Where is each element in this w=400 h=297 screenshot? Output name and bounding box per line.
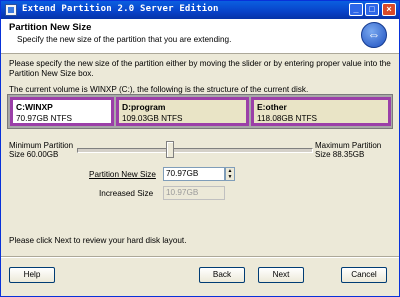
- footer-separator: [1, 256, 399, 258]
- max-size-label-line1: Maximum Partition: [315, 141, 382, 150]
- size-slider-thumb[interactable]: [166, 141, 174, 158]
- partition-name: E:other: [257, 102, 287, 112]
- help-button[interactable]: Help: [9, 267, 55, 283]
- instructions-text: Please specify the new size of the parti…: [9, 59, 391, 78]
- max-size-label: Maximum Partition Size 88.35GB: [315, 141, 381, 159]
- new-size-spinner[interactable]: ▲ ▼: [225, 167, 235, 181]
- footer-hint: Please click Next to review your hard di…: [9, 236, 187, 245]
- min-size-label-line2: Size 60.00GB: [9, 150, 59, 159]
- partition-c[interactable]: C:WINXP 70.97GB NTFS: [10, 97, 114, 126]
- disk-map: C:WINXP 70.97GB NTFS D:program 109.03GB …: [7, 94, 393, 129]
- min-size-label: Minimum Partition Size 60.00GB: [9, 141, 73, 159]
- title-bar[interactable]: Extend Partition 2.0 Server Edition _ □ …: [1, 1, 399, 19]
- page-subtitle: Specify the new size of the partition th…: [17, 35, 232, 44]
- page-title: Partition New Size: [9, 22, 92, 33]
- minimize-button[interactable]: _: [349, 3, 363, 16]
- partition-d[interactable]: D:program 109.03GB NTFS: [116, 97, 249, 126]
- increased-size-label: Increased Size: [99, 189, 154, 198]
- volume-text: The current volume is WINXP (C:), the fo…: [9, 85, 309, 94]
- window-title: Extend Partition 2.0 Server Edition: [22, 4, 219, 14]
- partition-info: 109.03GB NTFS: [122, 114, 183, 123]
- cancel-button[interactable]: Cancel: [341, 267, 387, 283]
- new-size-label-text: Partition New Size: [89, 170, 156, 179]
- size-slider-track[interactable]: [77, 148, 313, 153]
- app-icon: [5, 4, 17, 16]
- partition-info: 118.08GB NTFS: [257, 114, 317, 123]
- arrows-icon: ⇔: [361, 22, 387, 48]
- back-button[interactable]: Back: [199, 267, 245, 283]
- min-size-label-line1: Minimum Partition: [9, 141, 74, 150]
- partition-name: D:program: [122, 102, 166, 112]
- partition-name: C:WINXP: [16, 102, 53, 112]
- partition-info: 70.97GB NTFS: [16, 114, 72, 123]
- new-size-label: Partition New Size: [89, 170, 156, 179]
- next-button[interactable]: Next: [258, 267, 304, 283]
- close-button[interactable]: ×: [382, 3, 396, 16]
- partition-e[interactable]: E:other 118.08GB NTFS: [251, 97, 391, 126]
- increased-size-field: 10.97GB: [163, 186, 225, 200]
- new-size-input[interactable]: 70.97GB: [163, 167, 225, 181]
- wizard-window: Extend Partition 2.0 Server Edition _ □ …: [0, 0, 400, 297]
- maximize-button[interactable]: □: [365, 3, 379, 16]
- max-size-label-line2: Size 88.35GB: [315, 150, 365, 159]
- wizard-header: Partition New Size Specify the new size …: [1, 19, 399, 54]
